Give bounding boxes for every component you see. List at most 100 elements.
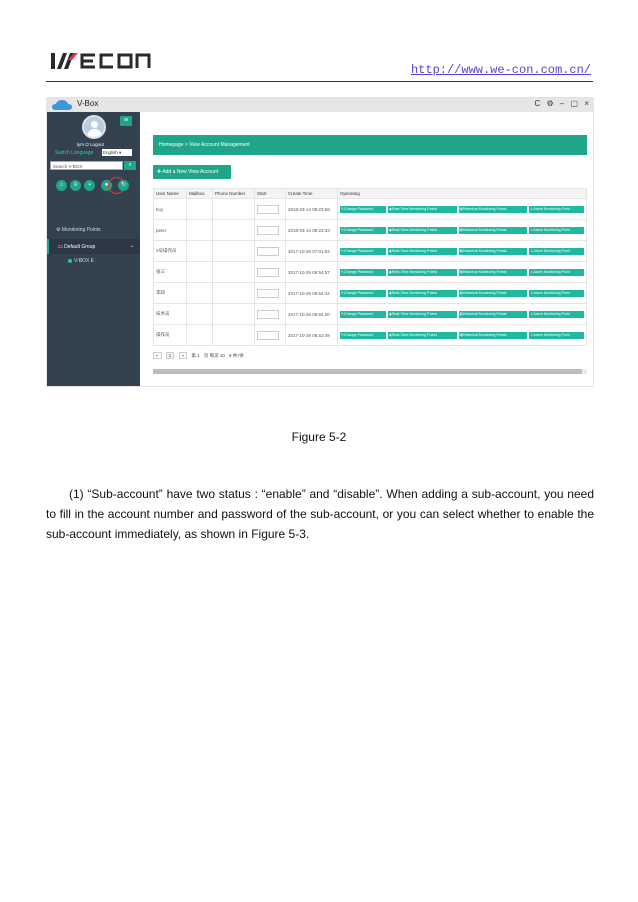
cell-operating: ✎Change Password ◉Real-Time Monitoring Po… bbox=[337, 240, 587, 262]
operation-button[interactable]: ✎Change Password bbox=[340, 226, 386, 234]
operation-button[interactable]: ▤Historical Monitoring Points bbox=[458, 289, 528, 297]
window-titlebar: V-Box C ⚙ – ▢ × bbox=[47, 98, 593, 112]
start-toggle[interactable] bbox=[257, 246, 279, 256]
window-title: V-Box bbox=[77, 99, 99, 108]
operation-button[interactable]: ◉Real-Time Monitoring Points bbox=[387, 289, 457, 297]
cell-user-name: 操作员 bbox=[153, 324, 187, 346]
operation-button[interactable]: ⚠Alarm Monitoring Point bbox=[529, 205, 584, 213]
cell-phone-number bbox=[212, 219, 255, 241]
operation-button[interactable]: ◉Real-Time Monitoring Points bbox=[387, 247, 457, 255]
operation-button[interactable]: ✎Change Password bbox=[340, 331, 386, 339]
cell-start bbox=[254, 219, 286, 241]
default-group-label: ▭ Default Group bbox=[58, 244, 95, 250]
cell-user-name: boy bbox=[153, 198, 187, 220]
cell-mailbox bbox=[186, 240, 213, 262]
breadcrumb-text[interactable]: Homepage > View Account Management bbox=[159, 142, 250, 148]
operation-button[interactable]: ✎Change Password bbox=[340, 205, 386, 213]
add-view-account-button[interactable]: ✚ Add a New View Account bbox=[153, 165, 231, 179]
pager-page-button[interactable]: 1 bbox=[165, 352, 175, 359]
cell-create-time: 2017-10-26 07:01:04 bbox=[285, 240, 338, 262]
search-icon[interactable]: ⌕ bbox=[124, 161, 136, 170]
operation-button[interactable]: ✎Change Password bbox=[340, 247, 386, 255]
pager-prev-button[interactable]: « bbox=[153, 352, 162, 359]
operation-button[interactable]: ▤Historical Monitoring Points bbox=[458, 310, 528, 318]
menu-toggle-button[interactable]: ≡ bbox=[120, 116, 132, 126]
operation-button[interactable]: ⚠Alarm Monitoring Point bbox=[529, 289, 584, 297]
operation-button[interactable]: ⚠Alarm Monitoring Point bbox=[529, 310, 584, 318]
table-row: boy 2018-03-14 09:23:56 ✎Change Password ◉R… bbox=[153, 198, 587, 220]
cloud-icon bbox=[52, 100, 72, 110]
cell-start bbox=[254, 198, 286, 220]
operation-button[interactable]: ⚠Alarm Monitoring Point bbox=[529, 268, 584, 276]
operation-button[interactable]: ✎Change Password bbox=[340, 289, 386, 297]
search-input[interactable]: Search V-BOX bbox=[50, 161, 123, 170]
cell-user-name: 李四 bbox=[153, 282, 187, 304]
cell-mailbox bbox=[186, 303, 213, 325]
operation-label: Alarm Monitoring Point bbox=[533, 269, 570, 274]
cell-start bbox=[254, 240, 286, 262]
operation-buttons: ✎Change Password ◉Real-Time Monitoring Po… bbox=[340, 331, 584, 339]
avatar-head-shape bbox=[91, 121, 98, 128]
start-toggle[interactable] bbox=[257, 225, 279, 235]
operation-button[interactable]: ◉Real-Time Monitoring Points bbox=[387, 331, 457, 339]
pager-per-page[interactable]: 页 每页 10 bbox=[204, 353, 225, 359]
col-start: Start bbox=[254, 188, 286, 199]
operation-label: Historical Monitoring Points bbox=[462, 311, 507, 316]
avatar[interactable] bbox=[82, 115, 106, 139]
sidebar-item-vbox[interactable]: V-BOX E bbox=[68, 258, 94, 264]
body-paragraph: (1) “Sub-account” have two status : “ena… bbox=[46, 487, 594, 541]
operation-button[interactable]: ▤Historical Monitoring Points bbox=[458, 247, 528, 255]
chevron-down-icon[interactable]: ⌄ bbox=[130, 243, 134, 249]
operation-button[interactable]: ▤Historical Monitoring Points bbox=[458, 331, 528, 339]
operation-label: Real-Time Monitoring Points bbox=[391, 206, 438, 211]
start-toggle[interactable] bbox=[257, 330, 279, 340]
cell-user-name: peter bbox=[153, 219, 187, 241]
horizontal-scrollbar[interactable] bbox=[153, 369, 587, 374]
pager-next-button[interactable]: » bbox=[178, 352, 188, 359]
operation-button[interactable]: ✎Change Password bbox=[340, 268, 386, 276]
operation-button[interactable]: ◉Real-Time Monitoring Points bbox=[387, 226, 457, 234]
operation-button[interactable]: ▤Historical Monitoring Points bbox=[458, 226, 528, 234]
vbox-screenshot: V-Box C ⚙ – ▢ × ≡ lym ⏻ Logout Switch La… bbox=[46, 97, 594, 387]
switch-language-label: Switch Language bbox=[55, 150, 94, 156]
language-select[interactable]: English ▾ bbox=[102, 149, 132, 156]
cell-mailbox bbox=[186, 324, 213, 346]
operation-buttons: ✎Change Password ◉Real-Time Monitoring Po… bbox=[340, 310, 584, 318]
operation-button[interactable]: ⚠Alarm Monitoring Point bbox=[529, 226, 584, 234]
operation-button[interactable]: ◉Real-Time Monitoring Points bbox=[387, 310, 457, 318]
start-toggle[interactable] bbox=[257, 267, 279, 277]
box-icon[interactable]: ▪ bbox=[84, 180, 95, 191]
operation-button[interactable]: ✎Change Password bbox=[340, 310, 386, 318]
list-icon[interactable]: ≡ bbox=[70, 180, 81, 191]
start-toggle[interactable] bbox=[257, 309, 279, 319]
sidebar-nav-icons: ⌂ ≡ ▪ ● ↻ bbox=[56, 177, 136, 194]
home-icon[interactable]: ⌂ bbox=[56, 180, 67, 191]
cell-operating: ✎Change Password ◉Real-Time Monitoring Po… bbox=[337, 324, 587, 346]
sidebar-item-default-group[interactable]: ▭ Default Group ⌄ bbox=[47, 239, 140, 254]
operation-button[interactable]: ⚠Alarm Monitoring Point bbox=[529, 331, 584, 339]
operation-button[interactable]: ▤Historical Monitoring Points bbox=[458, 205, 528, 213]
cell-create-time: 2017-10-26 06:54:44 bbox=[285, 282, 338, 304]
user-logout-line[interactable]: lym ⏻ Logout bbox=[77, 142, 104, 147]
cell-start bbox=[254, 261, 286, 283]
header-url-link[interactable]: http://www.we-con.com.cn/ bbox=[411, 63, 591, 77]
operation-button[interactable]: ⚠Alarm Monitoring Point bbox=[529, 247, 584, 255]
sidebar-item-monitoring-points[interactable]: ⚙ Monitoring Points bbox=[56, 227, 101, 233]
operation-button[interactable]: ▤Historical Monitoring Points bbox=[458, 268, 528, 276]
operation-label: Historical Monitoring Points bbox=[462, 332, 507, 337]
table-row: peter 2018-03-14 09:23:43 ✎Change Password… bbox=[153, 219, 587, 241]
scrollbar-end bbox=[582, 369, 587, 374]
operation-buttons: ✎Change Password ◉Real-Time Monitoring Po… bbox=[340, 289, 584, 297]
refresh-icon[interactable]: ↻ bbox=[118, 180, 129, 191]
window-controls[interactable]: C ⚙ – ▢ × bbox=[534, 99, 591, 108]
cell-user-name: 2号操作员 bbox=[153, 240, 187, 262]
operation-button[interactable]: ◉Real-Time Monitoring Points bbox=[387, 268, 457, 276]
operation-label: Real-Time Monitoring Points bbox=[391, 269, 438, 274]
cell-phone-number bbox=[212, 282, 255, 304]
start-toggle[interactable] bbox=[257, 204, 279, 214]
cell-create-time: 2018-03-14 09:23:43 bbox=[285, 219, 338, 241]
operation-label: Change Password bbox=[344, 206, 374, 211]
operation-label: Real-Time Monitoring Points bbox=[391, 248, 438, 253]
start-toggle[interactable] bbox=[257, 288, 279, 298]
operation-button[interactable]: ◉Real-Time Monitoring Points bbox=[387, 205, 457, 213]
